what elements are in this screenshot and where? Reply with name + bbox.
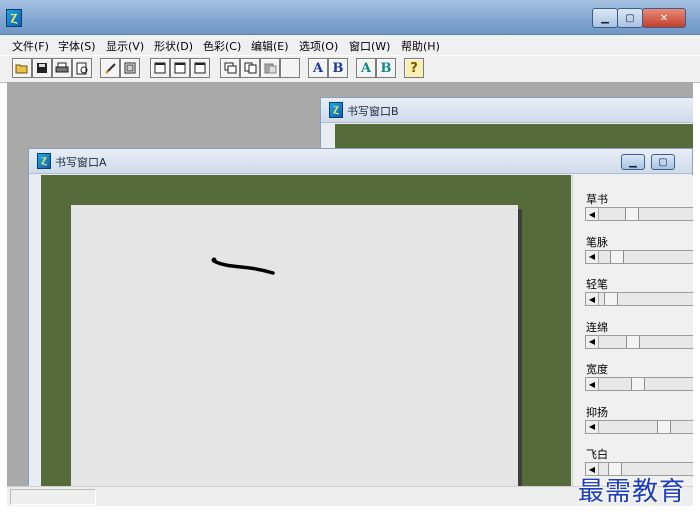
maximize-button[interactable]: ▢: [617, 8, 643, 28]
watermark-text: 最需教育: [578, 477, 687, 507]
color-b-button[interactable]: B: [376, 58, 396, 78]
slider-thumb[interactable]: [631, 378, 645, 390]
slider-label-bimai: 笔脉: [586, 235, 608, 249]
menu-file[interactable]: 文件(F): [12, 38, 49, 54]
window-b-title-bar[interactable]: Ⲍ 书写窗口B: [321, 98, 693, 123]
slider-left-arrow-icon[interactable]: ◀: [586, 208, 599, 220]
writing-canvas[interactable]: [71, 205, 518, 486]
slider-left-arrow-icon[interactable]: ◀: [586, 378, 599, 390]
open-folder-icon[interactable]: [12, 58, 32, 78]
printer-icon[interactable]: [52, 58, 72, 78]
menu-options[interactable]: 选项(O): [299, 38, 338, 54]
window-a-desk: [41, 175, 571, 486]
app-icon: Ⲍ: [6, 9, 22, 27]
window-b-title: 书写窗口B: [347, 105, 399, 118]
slider-label-lianmian: 连绵: [586, 320, 608, 334]
font-b-button[interactable]: B: [328, 58, 348, 78]
menu-view[interactable]: 显示(V): [106, 38, 144, 54]
slider-thumb[interactable]: [626, 335, 640, 348]
writing-window-a[interactable]: Ⲍ 书写窗口A ▁ ▢ 草书 ◀ 笔脉 ◀ 轻笔 ◀ 连绵 ◀ 宽度 ◀ 抑扬 ◀ 飞白 ◀: [28, 148, 693, 486]
font-a-button[interactable]: A: [308, 58, 328, 78]
pen-icon[interactable]: [100, 58, 120, 78]
window-a-icon: Ⲍ: [37, 153, 51, 169]
window-a-maximize-button[interactable]: ▢: [651, 154, 675, 170]
window-layout-1-icon[interactable]: [150, 58, 170, 78]
main-window: Ⲍ ▁ ▢ ✕ 文件(F) 字体(S) 显示(V) 形状(D) 色彩(C) 编辑…: [0, 0, 700, 519]
window-a-title: 书写窗口A: [55, 156, 107, 169]
print-preview-icon[interactable]: [72, 58, 92, 78]
status-pane: [10, 489, 96, 505]
minimize-button[interactable]: ▁: [592, 8, 618, 28]
save-disk-icon[interactable]: [32, 58, 52, 78]
slider-thumb[interactable]: [625, 208, 639, 220]
main-title-bar[interactable]: Ⲍ ▁ ▢ ✕: [0, 0, 700, 35]
slider-caoshu[interactable]: ◀: [585, 207, 693, 221]
slider-left-arrow-icon[interactable]: ◀: [586, 335, 599, 348]
brush-stroke: [211, 257, 275, 275]
slider-left-arrow-icon[interactable]: ◀: [586, 420, 599, 433]
menu-bar: 文件(F) 字体(S) 显示(V) 形状(D) 色彩(C) 编辑(E) 选项(O…: [0, 35, 700, 55]
slider-left-arrow-icon[interactable]: ◀: [586, 293, 599, 305]
slider-bimai[interactable]: ◀: [585, 249, 693, 264]
window-a-minimize-button[interactable]: ▁: [621, 154, 645, 170]
close-button[interactable]: ✕: [642, 8, 686, 28]
slider-yiyang[interactable]: ◀: [585, 419, 693, 434]
window-a-title-bar[interactable]: Ⲍ 书写窗口A ▁ ▢: [29, 149, 692, 174]
window-layout-2-icon[interactable]: [170, 58, 190, 78]
mdi-client-area: Ⲍ 书写窗口B Ⲍ 书写窗口A ▁ ▢ 草书 ◀ 笔脉 ◀ 轻笔 ◀ 连绵 ◀ …: [7, 82, 693, 486]
slider-label-feibai: 飞白: [586, 448, 608, 461]
menu-edit[interactable]: 编辑(E): [251, 38, 289, 54]
window-layout-3-icon[interactable]: [190, 58, 210, 78]
frame-icon[interactable]: [120, 58, 140, 78]
brush-control-panel: 草书 ◀ 笔脉 ◀ 轻笔 ◀ 连绵 ◀ 宽度 ◀ 抑扬 ◀ 飞白 ◀: [572, 175, 693, 486]
cascade-windows-icon[interactable]: [220, 58, 240, 78]
window-b-icon: Ⲍ: [329, 102, 343, 118]
color-a-button[interactable]: A: [356, 58, 376, 78]
slider-thumb[interactable]: [657, 420, 671, 433]
slider-label-caoshu: 草书: [586, 193, 608, 206]
paste-icon[interactable]: [260, 58, 280, 78]
help-icon[interactable]: ?: [404, 58, 424, 78]
blank-button-icon[interactable]: [280, 58, 300, 78]
slider-thumb[interactable]: [604, 293, 618, 305]
slider-label-yiyang: 抑扬: [586, 405, 608, 419]
slider-label-kuandu: 宽度: [586, 363, 608, 376]
slider-kuandu[interactable]: ◀: [585, 377, 693, 391]
copy-icon[interactable]: [240, 58, 260, 78]
menu-font[interactable]: 字体(S): [58, 38, 96, 54]
slider-qingbi[interactable]: ◀: [585, 292, 693, 306]
menu-help[interactable]: 帮助(H): [401, 38, 440, 54]
slider-left-arrow-icon[interactable]: ◀: [586, 250, 599, 263]
slider-lianmian[interactable]: ◀: [585, 334, 693, 349]
menu-window[interactable]: 窗口(W): [349, 38, 390, 54]
menu-color[interactable]: 色彩(C): [203, 38, 241, 54]
menu-shape[interactable]: 形状(D): [154, 38, 193, 54]
slider-label-qingbi: 轻笔: [586, 278, 608, 291]
slider-thumb[interactable]: [610, 250, 624, 263]
toolbar: A B A B ?: [0, 56, 700, 83]
